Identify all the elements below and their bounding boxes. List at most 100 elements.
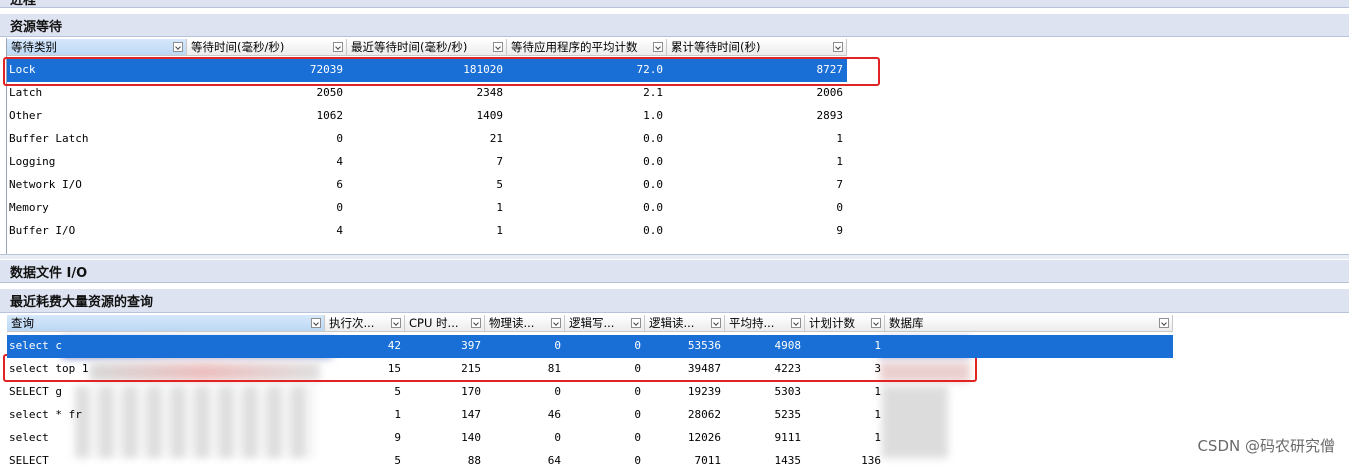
filter-dropdown-icon[interactable] bbox=[471, 318, 481, 328]
query-cell: 3 bbox=[874, 362, 881, 375]
filter-dropdown-icon[interactable] bbox=[391, 318, 401, 328]
query-table-row[interactable]: SELECT 5 88 64 0 7011 1435 136 bbox=[7, 450, 1173, 473]
wait-column-header-4[interactable]: 累计等待时间(秒) bbox=[667, 39, 847, 56]
filter-dropdown-icon[interactable] bbox=[333, 42, 343, 52]
query-section-bar[interactable]: 最近耗费大量资源的查询 bbox=[0, 289, 1349, 313]
query-cell: 0 bbox=[634, 339, 641, 352]
wait-cell: 0 bbox=[336, 132, 343, 145]
query-cell: 5 bbox=[394, 454, 401, 467]
wait-table-row[interactable]: Memory 0 1 0.0 0 bbox=[7, 197, 847, 220]
query-cell: 170 bbox=[461, 385, 481, 398]
wait-cell: 0.0 bbox=[643, 132, 663, 145]
wait-cell: 2893 bbox=[816, 109, 844, 122]
query-column-header-label: 逻辑读... bbox=[649, 316, 695, 330]
query-cell: 0 bbox=[554, 385, 561, 398]
query-cell: 1435 bbox=[774, 454, 802, 467]
query-table-row[interactable]: select top 1 15 215 81 0 39487 4223 3 bbox=[7, 358, 1173, 381]
query-column-header-6[interactable]: 平均持... bbox=[725, 315, 805, 332]
wait-column-header-1[interactable]: 等待时间(毫秒/秒) bbox=[187, 39, 347, 56]
query-column-header-0[interactable]: 查询 bbox=[7, 315, 325, 332]
query-cell: 5 bbox=[394, 385, 401, 398]
query-cell: 215 bbox=[461, 362, 481, 375]
process-section-bar[interactable]: 进程 bbox=[0, 0, 1349, 8]
query-column-header-3[interactable]: 物理读... bbox=[485, 315, 565, 332]
query-column-header-4[interactable]: 逻辑写... bbox=[565, 315, 645, 332]
query-cell: select bbox=[9, 431, 49, 444]
query-cell: 81 bbox=[547, 362, 561, 375]
query-column-header-8[interactable]: 数据库 bbox=[885, 315, 1173, 332]
wait-cell: 21 bbox=[489, 132, 503, 145]
filter-dropdown-icon[interactable] bbox=[871, 318, 881, 328]
query-column-header-label: 查询 bbox=[11, 316, 34, 330]
wait-column-header-2[interactable]: 最近等待时间(毫秒/秒) bbox=[347, 39, 507, 56]
query-cell: 0 bbox=[554, 431, 561, 444]
query-cell: select * fr bbox=[9, 408, 82, 421]
wait-table-row[interactable]: Logging 4 7 0.0 1 bbox=[7, 151, 847, 174]
query-cell: 1 bbox=[874, 339, 881, 352]
query-cell: 1 bbox=[874, 431, 881, 444]
query-cell: 19239 bbox=[687, 385, 721, 398]
wait-cell: 7 bbox=[496, 155, 503, 168]
query-cell: 136 bbox=[861, 454, 881, 467]
query-cell: 0 bbox=[634, 362, 641, 375]
wait-cell: 1.0 bbox=[643, 109, 663, 122]
query-table-row[interactable]: select * fr 1 147 46 0 28062 5235 1 bbox=[7, 404, 1173, 427]
file-io-section-bar[interactable]: 数据文件 I/O bbox=[0, 260, 1349, 283]
wait-cell: 1409 bbox=[476, 109, 504, 122]
wait-table-row[interactable]: Buffer Latch 0 21 0.0 1 bbox=[7, 128, 847, 151]
wait-column-header-0[interactable]: 等待类别 bbox=[7, 39, 187, 56]
query-cell: 397 bbox=[461, 339, 481, 352]
query-column-header-label: CPU 时... bbox=[409, 316, 459, 330]
filter-dropdown-icon[interactable] bbox=[833, 42, 843, 52]
filter-dropdown-icon[interactable] bbox=[653, 42, 663, 52]
query-section-title: 最近耗费大量资源的查询 bbox=[10, 295, 154, 310]
query-column-header-label: 平均持... bbox=[729, 316, 775, 330]
filter-dropdown-icon[interactable] bbox=[173, 42, 183, 52]
filter-dropdown-icon[interactable] bbox=[791, 318, 801, 328]
wait-table-row[interactable]: Lock 72039 181020 72.0 8727 bbox=[7, 59, 847, 82]
query-table-row[interactable]: select 9 140 0 0 12026 9111 1 bbox=[7, 427, 1173, 450]
filter-dropdown-icon[interactable] bbox=[1159, 318, 1169, 328]
wait-table-row[interactable]: Network I/O 6 5 0.0 7 bbox=[7, 174, 847, 197]
query-cell: 4908 bbox=[774, 339, 802, 352]
query-cell: 0 bbox=[554, 339, 561, 352]
wait-table-row[interactable]: Other 1062 1409 1.0 2893 bbox=[7, 105, 847, 128]
query-column-header-1[interactable]: 执行次... bbox=[325, 315, 405, 332]
query-column-header-2[interactable]: CPU 时... bbox=[405, 315, 485, 332]
query-cell: 0 bbox=[634, 454, 641, 467]
query-cell: SELECT bbox=[9, 454, 49, 467]
filter-dropdown-icon[interactable] bbox=[711, 318, 721, 328]
query-column-header-label: 计划计数 bbox=[809, 316, 855, 330]
wait-cell: 8727 bbox=[816, 63, 844, 76]
query-cell: 0 bbox=[634, 385, 641, 398]
wait-cell: 0 bbox=[336, 201, 343, 214]
wait-section-bar[interactable]: 资源等待 bbox=[0, 14, 1349, 37]
wait-cell: 2050 bbox=[316, 86, 344, 99]
filter-dropdown-icon[interactable] bbox=[551, 318, 561, 328]
query-cell: 9111 bbox=[774, 431, 802, 444]
query-cell: select c bbox=[9, 339, 62, 352]
filter-dropdown-icon[interactable] bbox=[493, 42, 503, 52]
wait-cell: 1 bbox=[496, 201, 503, 214]
wait-column-header-3[interactable]: 等待应用程序的平均计数 bbox=[507, 39, 667, 56]
query-table-row[interactable]: select c 42 397 0 0 53536 4908 1 bbox=[7, 335, 1173, 358]
wait-cell: 5 bbox=[496, 178, 503, 191]
query-cell: select top 1 bbox=[9, 362, 89, 375]
wait-cell: 2.1 bbox=[643, 86, 663, 99]
query-table-row[interactable]: SELECT g 5 170 0 0 19239 5303 1 bbox=[7, 381, 1173, 404]
query-column-header-label: 逻辑写... bbox=[569, 316, 615, 330]
wait-column-header-label: 最近等待时间(毫秒/秒) bbox=[351, 40, 468, 54]
filter-dropdown-icon[interactable] bbox=[631, 318, 641, 328]
wait-column-header-label: 等待时间(毫秒/秒) bbox=[191, 40, 285, 54]
query-cell: 12026 bbox=[687, 431, 721, 444]
wait-cell: 181020 bbox=[463, 63, 503, 76]
wait-cell: Other bbox=[9, 109, 43, 122]
query-column-header-7[interactable]: 计划计数 bbox=[805, 315, 885, 332]
filter-dropdown-icon[interactable] bbox=[311, 318, 321, 328]
wait-table-row[interactable]: Buffer I/O 4 1 0.0 9 bbox=[7, 220, 847, 243]
wait-cell: Lock bbox=[9, 63, 36, 76]
wait-table-row[interactable]: Latch 2050 2348 2.1 2006 bbox=[7, 82, 847, 105]
query-cell: 42 bbox=[387, 339, 401, 352]
wait-cell: 1 bbox=[496, 224, 503, 237]
query-column-header-5[interactable]: 逻辑读... bbox=[645, 315, 725, 332]
